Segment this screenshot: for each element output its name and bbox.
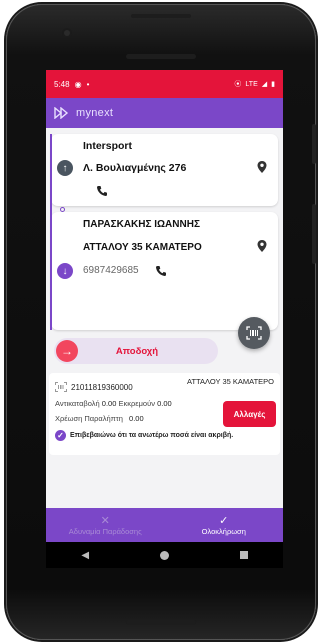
route-line-delivery	[50, 206, 52, 330]
recipient-charge-label: Χρέωση Παραλήπτη	[55, 414, 123, 423]
delivery-phone-icon[interactable]	[155, 265, 167, 277]
delivery-card[interactable]: ΠΑΡΑΣΚΑΚΗΣ ΙΩΑΝΝΗΣ ΑΤΤΑΛΟΥ 35 ΚΑΜΑΤΕΡΟ ↓…	[50, 206, 278, 330]
status-time: 5:48	[54, 79, 70, 89]
accept-button[interactable]: → Αποδοχή	[54, 338, 218, 364]
arrow-right-icon: →	[56, 340, 78, 362]
complete-label: Ολοκλήρωση	[201, 527, 246, 536]
pickup-phone-icon[interactable]	[96, 185, 108, 197]
android-nav-bar: ◀	[46, 542, 283, 568]
home-icon[interactable]	[159, 550, 169, 560]
changes-button[interactable]: Αλλαγές	[223, 401, 276, 427]
checkbox-checked-icon[interactable]: ✓	[55, 430, 66, 441]
route-line	[50, 134, 52, 206]
shipment-address: ΑΤΤΑΛΟΥ 35 ΚΑΜΑΤΕΡΟ	[187, 377, 274, 386]
pickup-address: Λ. Βουλιαγμένης 276	[83, 162, 187, 174]
cod-label: Αντικαταβολή	[55, 399, 100, 408]
recipient-charge-value: 0.00	[129, 414, 144, 423]
barcode-icon	[55, 382, 67, 392]
mynext-logo-icon	[54, 107, 69, 119]
check-icon: ✓	[219, 515, 229, 527]
status-bar: 5:48 ◉ • ⦿ LTE ◢ ▮	[46, 70, 283, 98]
pending-label: Εκκρεμούν	[118, 399, 155, 408]
scan-barcode-button[interactable]	[238, 317, 270, 349]
battery-icon: ▮	[271, 81, 275, 88]
network-type: LTE	[245, 80, 258, 88]
failed-delivery-label: Αδυναμία Παράδοσης	[68, 527, 142, 536]
failed-delivery-button[interactable]: ✕ Αδυναμία Παράδοσης	[46, 508, 165, 542]
app-bar: mynext	[46, 98, 283, 128]
top-speaker-grille	[126, 54, 196, 59]
accept-label: Αποδοχή	[115, 345, 159, 357]
pickup-card[interactable]: Intersport ↑ Λ. Βουλιαγμένης 276	[50, 134, 278, 206]
close-icon: ✕	[100, 515, 110, 527]
delivery-location-pin-icon[interactable]	[256, 239, 268, 253]
shipment-code-row: 21011819360000	[55, 382, 133, 392]
notification-icon: ◉	[74, 79, 82, 89]
confirm-text: Επιβεβαιώνω ότι τα ανωτέρω ποσά είναι ακ…	[70, 432, 234, 439]
delivery-arrow-down-icon: ↓	[57, 263, 73, 279]
shipment-code: 21011819360000	[71, 382, 133, 392]
location-pin-icon[interactable]	[256, 160, 268, 174]
delivery-address: ΑΤΤΑΛΟΥ 35 ΚΑΜΑΤΕΡΟ	[83, 242, 202, 253]
confirm-row[interactable]: ✓ Επιβεβαιώνω ότι τα ανωτέρω ποσά είναι …	[55, 430, 233, 441]
recents-icon[interactable]	[239, 551, 248, 559]
bottom-action-bar: ✕ Αδυναμία Παράδοσης ✓ Ολοκλήρωση	[46, 508, 283, 542]
power-button	[312, 204, 316, 264]
pickup-arrow-up-icon: ↑	[57, 160, 73, 176]
cod-value: 0.00	[101, 399, 117, 408]
complete-button[interactable]: ✓ Ολοκλήρωση	[165, 508, 284, 542]
delivery-phone[interactable]: 6987429685	[83, 265, 139, 276]
recipient-charge-row: Χρέωση Παραλήπτη 0.00	[55, 414, 144, 423]
volume-button	[312, 124, 316, 164]
signal-icon: ◢	[261, 81, 268, 88]
app-logo-text: mynext	[76, 107, 114, 119]
pending-value: 0.00	[157, 399, 172, 408]
shipment-info-card: ΑΤΤΑΛΟΥ 35 ΚΑΜΑΤΕΡΟ 21011819360000 Αντικ…	[49, 373, 280, 455]
dot-icon: •	[86, 79, 90, 89]
delivery-name: ΠΑΡΑΣΚΑΚΗΣ ΙΩΑΝΝΗΣ	[83, 219, 200, 230]
earpiece-speaker	[131, 14, 191, 18]
barcode-scan-icon	[246, 326, 262, 340]
cod-row: Αντικαταβολή 0.00 Εκκρεμούν 0.00	[55, 399, 172, 408]
pickup-name: Intersport	[83, 140, 133, 152]
device-screen: 5:48 ◉ • ⦿ LTE ◢ ▮ mynext Intersport ↑ Λ…	[46, 70, 283, 568]
bottom-speaker-grille	[126, 620, 196, 625]
front-camera	[64, 30, 70, 36]
back-icon[interactable]: ◀	[81, 550, 89, 561]
location-icon: ⦿	[234, 81, 242, 88]
main-content: Intersport ↑ Λ. Βουλιαγμένης 276 ΠΑΡΑΣΚΑ…	[46, 128, 283, 540]
